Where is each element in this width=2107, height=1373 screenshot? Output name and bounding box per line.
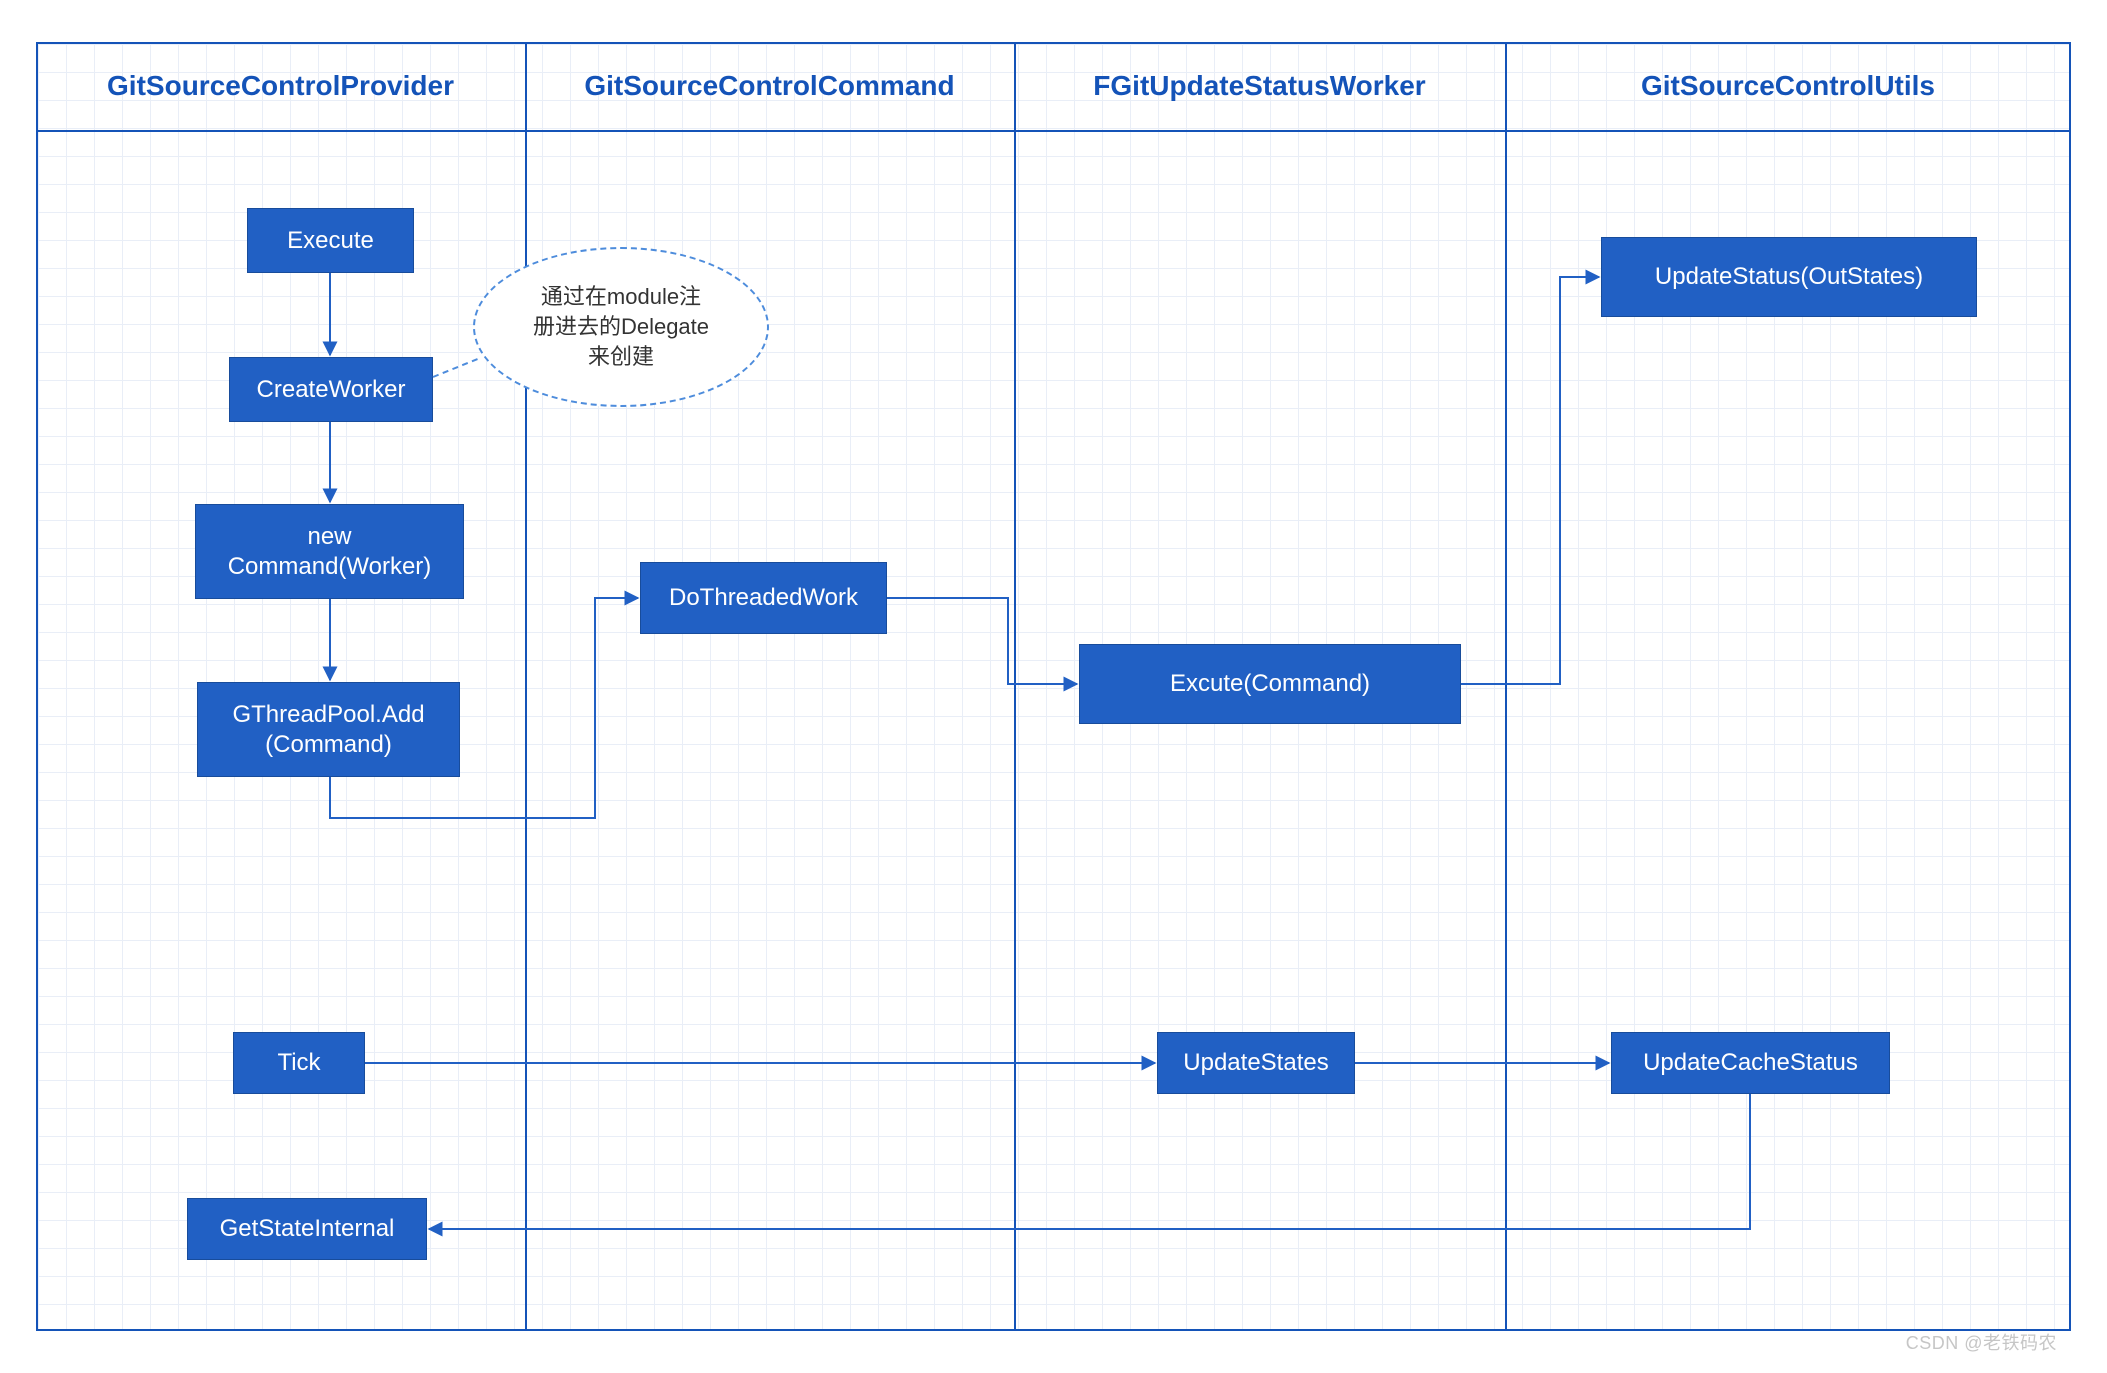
node-do-threaded-work: DoThreadedWork (640, 562, 887, 634)
diagram-canvas: GitSourceControlProvider GitSourceContro… (0, 0, 2107, 1373)
lane-separator (525, 42, 527, 1331)
lane-title-provider: GitSourceControlProvider (36, 42, 525, 130)
annotation-note: 通过在module注 册进去的Delegate 来创建 (473, 247, 769, 407)
node-get-state-internal: GetStateInternal (187, 1198, 427, 1260)
node-update-status-out: UpdateStatus(OutStates) (1601, 237, 1977, 317)
lane-header-separator (36, 130, 2071, 132)
node-update-states: UpdateStates (1157, 1032, 1355, 1094)
lane-title-worker: FGitUpdateStatusWorker (1014, 42, 1505, 130)
lane-title-command: GitSourceControlCommand (525, 42, 1014, 130)
node-excute-command: Excute(Command) (1079, 644, 1461, 724)
node-update-cache-status: UpdateCacheStatus (1611, 1032, 1890, 1094)
lane-title-utils: GitSourceControlUtils (1505, 42, 2071, 130)
node-execute: Execute (247, 208, 414, 273)
node-create-worker: CreateWorker (229, 357, 433, 422)
node-gthreadpool-add: GThreadPool.Add (Command) (197, 682, 460, 777)
node-tick: Tick (233, 1032, 365, 1094)
lane-separator (1505, 42, 1507, 1331)
node-new-command: new Command(Worker) (195, 504, 464, 599)
watermark: CSDN @老铁码农 (1906, 1329, 2057, 1355)
lane-separator (1014, 42, 1016, 1331)
